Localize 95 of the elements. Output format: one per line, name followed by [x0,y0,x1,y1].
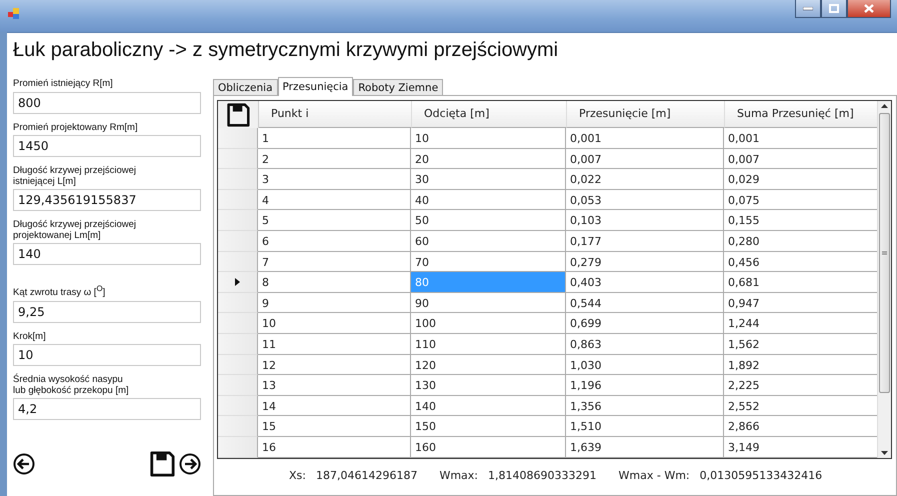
table-cell: 100 [411,313,566,334]
input-field[interactable]: 129,435619155837 [13,189,201,211]
table-cell: 1,510 [566,416,724,437]
table-cell: 0,001 [566,128,724,149]
table-cell: 140 [411,396,566,416]
summary-label: Wmax - Wm: [618,469,690,482]
table-cell: 0,699 [566,313,724,334]
table-cell: 1 [258,128,411,149]
tab[interactable]: Roboty Ziemne [353,79,444,95]
field-label: Kąt zwrotu trasy ω [$^{O}$] [13,284,106,299]
summary-label: Wmax: [439,469,478,482]
current-row-icon [235,278,240,286]
table-cell: 0,022 [566,169,724,190]
save-icon [149,451,175,478]
table-cell: 120 [411,354,566,376]
table-cell: 60 [411,230,566,252]
table-cell: 90 [411,292,566,314]
table-cell: 8 [258,272,411,293]
next-button[interactable] [179,453,201,476]
close-button[interactable] [847,0,891,18]
minimize-icon [803,6,813,10]
table-cell: 16 [258,436,411,458]
table-cell: 0,544 [566,292,724,314]
input-field[interactable]: 10 [13,344,201,366]
field-label: Promień projektowany Rm[m] [13,122,139,133]
table-cell: 5 [258,210,411,231]
table-cell: 110 [411,334,566,355]
table-cell: 4 [258,190,411,210]
table-cell: 6 [258,230,411,252]
app-icon [8,8,20,20]
table-cell: 14 [258,396,411,416]
table-cell: 30 [411,169,566,190]
column-header[interactable]: Odcięta [m] [412,101,567,128]
field-label: Długość krzywej przejściowej istniejącej L[m] [13,166,138,187]
table-cell: 70 [411,252,566,272]
table-cell: 15 [258,416,411,437]
input-field[interactable]: 9,25 [13,300,201,323]
input-field[interactable]: 140 [13,243,201,265]
table-cell: 0,279 [566,252,724,272]
table-cell: 0,007 [566,148,724,170]
table-cell: 12 [258,354,411,376]
save-icon [226,102,250,126]
table-cell: 2,552 [724,396,877,416]
field-label: Krok[m] [13,332,47,342]
table-cell: 40 [411,190,566,210]
scrollbar[interactable] [877,101,891,458]
maximize-button[interactable] [821,0,847,18]
table-cell: 1,639 [566,436,724,458]
table-cell: 13 [258,375,411,396]
table-cell: 1,030 [566,354,724,376]
table-cell: 3 [258,169,411,190]
table-cell: 130 [411,375,566,396]
field-label: Promień istniejący R[m] [13,79,114,90]
summary-label: Xs: [289,469,306,482]
table-cell: 0,403 [566,272,724,293]
table-cell: 1,892 [724,354,877,376]
window-heading: Łuk paraboliczny -> z symetrycznymi krzywymi przejściowymi [13,39,560,63]
table-cell: 0,456 [724,252,877,272]
close-icon [864,4,874,13]
table-cell: 0,177 [566,230,724,252]
input-field[interactable]: 800 [13,92,201,114]
summary-value: 0,0130595133432416 [700,469,822,482]
table-cell: 1,356 [566,396,724,416]
column-header[interactable]: Przesunięcie [m] [567,101,725,128]
table-cell: 7 [258,252,411,272]
table-cell: 11 [258,334,411,355]
minimize-button[interactable] [795,0,821,18]
table-cell: 0,863 [566,334,724,355]
input-field[interactable]: 4,2 [13,398,201,420]
field-label: Długość krzywej przejściowej projektowanej Lm[m] [13,220,138,241]
summary-value: 1,81408690333291 [488,469,597,482]
table-cell: 2 [258,148,411,170]
table-cell: 0,053 [566,190,724,210]
table-cell: 20 [411,148,566,170]
field-label: Średnia wysokość nasypu lub głębokość przekopu [m] [13,375,130,396]
save-button[interactable] [149,451,175,478]
back-button[interactable] [13,453,35,476]
table-cell: 160 [411,436,566,458]
table-cell: 10 [258,313,411,334]
table-cell: 50 [411,210,566,231]
table-cell: 1,196 [566,375,724,396]
tab[interactable]: Obliczenia [213,79,278,95]
table-cell: 10 [411,128,566,149]
grip-icon [882,250,887,256]
table-cell: 150 [411,416,566,437]
summary-value: 187,04614296187 [316,469,418,482]
tab[interactable]: Przesunięcia [278,77,354,96]
table-cell: 80 [411,272,566,293]
column-header[interactable]: Punkt i [259,101,412,128]
table-cell: 9 [258,292,411,314]
table-cell: 0,007 [724,148,877,170]
table-cell: 0,103 [566,210,724,231]
input-field[interactable]: 1450 [13,135,201,157]
row-header[interactable] [218,272,258,293]
maximize-icon [829,4,839,13]
